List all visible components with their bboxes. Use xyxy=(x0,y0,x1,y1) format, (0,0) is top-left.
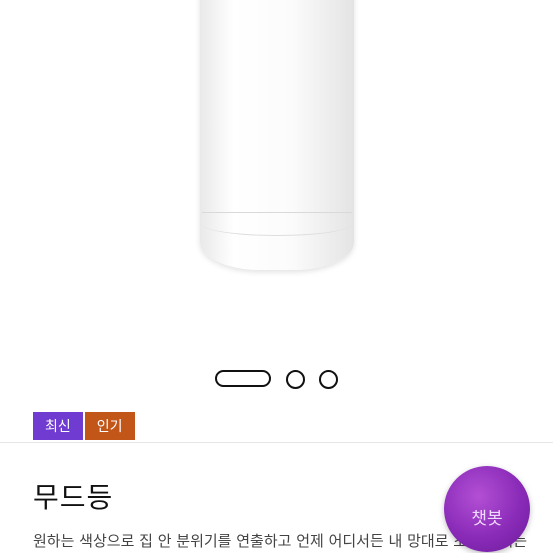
section-divider xyxy=(0,442,553,443)
product-image-carousel[interactable] xyxy=(0,0,553,400)
carousel-dot-2[interactable] xyxy=(286,370,305,389)
chatbot-button[interactable]: 챗봇 xyxy=(444,466,530,552)
carousel-dot-1-active[interactable] xyxy=(215,370,271,387)
carousel-dot-3[interactable] xyxy=(319,370,338,389)
product-title: 무드등 xyxy=(33,481,114,514)
product-image-base-band xyxy=(202,212,352,236)
badge-new: 최신 xyxy=(33,412,83,440)
badge-popular: 인기 xyxy=(84,412,135,440)
carousel-pagination xyxy=(0,370,553,390)
product-badges: 최신 인기 xyxy=(33,412,135,440)
chatbot-label: 챗봇 xyxy=(471,508,503,529)
